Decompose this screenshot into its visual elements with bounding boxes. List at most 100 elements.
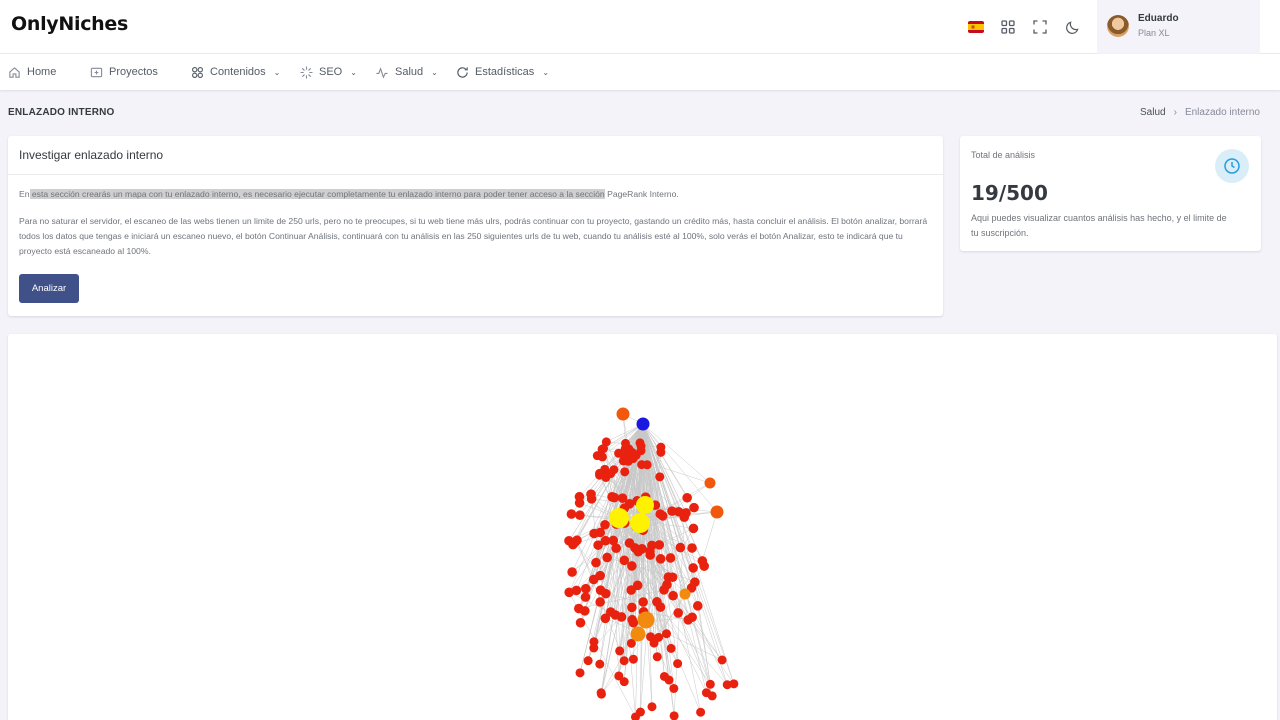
nav-item-seo[interactable]: SEO ⌄ — [300, 54, 357, 90]
graph-node[interactable] — [637, 611, 655, 629]
moon-icon[interactable] — [1056, 15, 1088, 39]
graph-node[interactable] — [616, 407, 630, 421]
graph-node[interactable] — [657, 511, 668, 521]
graph-node[interactable] — [679, 512, 690, 522]
graph-node[interactable] — [636, 417, 650, 431]
graph-node[interactable] — [655, 554, 666, 564]
nav-item-estadisticas[interactable]: Estadísticas ⌄ — [456, 54, 549, 90]
graph-node[interactable] — [624, 538, 635, 548]
graph-node[interactable] — [697, 556, 708, 566]
graph-node[interactable] — [614, 671, 624, 681]
graph-node[interactable] — [616, 612, 627, 622]
graph-node[interactable] — [692, 601, 703, 611]
graph-node[interactable] — [571, 585, 582, 596]
graph-node[interactable] — [669, 683, 679, 693]
graph-node[interactable] — [580, 606, 590, 616]
graph-node[interactable] — [633, 546, 644, 557]
graph-node[interactable] — [589, 637, 599, 647]
graph-node[interactable] — [675, 542, 686, 553]
graph-node[interactable] — [627, 602, 637, 613]
nav-item-contenidos[interactable]: Contenidos ⌄ — [191, 54, 280, 90]
graph-node[interactable] — [566, 509, 577, 519]
graph-node[interactable] — [595, 597, 605, 607]
graph-node[interactable] — [581, 583, 591, 594]
graph-node[interactable] — [619, 555, 630, 566]
spain-flag-icon[interactable] — [960, 15, 992, 39]
graph-node[interactable] — [621, 452, 631, 462]
graph-node[interactable] — [729, 679, 739, 689]
graph-node[interactable] — [696, 707, 706, 717]
user-menu[interactable]: Eduardo Plan XL — [1097, 0, 1260, 54]
graph-node[interactable] — [595, 585, 606, 595]
graph-node[interactable] — [620, 467, 630, 477]
graph-node[interactable] — [602, 552, 612, 563]
graph-node[interactable] — [710, 505, 724, 519]
graph-node[interactable] — [599, 444, 609, 454]
graph-node[interactable] — [687, 612, 697, 623]
graph-node[interactable] — [647, 540, 657, 551]
graph-node[interactable] — [652, 652, 662, 662]
graph-node[interactable] — [606, 469, 616, 479]
graph-node[interactable] — [673, 659, 683, 669]
graph-node[interactable] — [575, 617, 586, 628]
graph-node[interactable] — [600, 535, 611, 546]
graph-node[interactable] — [687, 543, 697, 553]
graph-node[interactable] — [659, 671, 669, 681]
graph-node[interactable] — [668, 590, 678, 601]
graph-node[interactable] — [595, 570, 605, 581]
graph-node[interactable] — [669, 711, 679, 720]
graph-node[interactable] — [647, 702, 657, 712]
graph-node[interactable] — [655, 472, 665, 482]
graph-node[interactable] — [596, 688, 606, 698]
graph-node[interactable] — [628, 617, 639, 628]
graph-node[interactable] — [609, 492, 620, 503]
graph-node[interactable] — [589, 528, 599, 539]
graph-node[interactable] — [628, 654, 638, 664]
graph-node[interactable] — [637, 460, 647, 470]
graph-node[interactable] — [663, 572, 674, 582]
graph-node[interactable] — [652, 597, 662, 607]
graph-node[interactable] — [654, 632, 664, 642]
nav-item-proyectos[interactable]: Proyectos — [90, 54, 158, 90]
graph-node[interactable] — [568, 539, 578, 550]
graph-node[interactable] — [592, 451, 602, 461]
analyze-button[interactable]: Analizar — [19, 274, 79, 303]
graph-node[interactable] — [666, 643, 676, 653]
graph-node[interactable] — [656, 447, 666, 457]
graph-node[interactable] — [591, 557, 601, 568]
graph-node[interactable] — [621, 438, 631, 448]
fullscreen-icon[interactable] — [1024, 15, 1056, 39]
graph-node[interactable] — [632, 580, 643, 591]
graph-node[interactable] — [617, 493, 628, 503]
graph-node[interactable] — [630, 513, 650, 533]
breadcrumb-item-salud[interactable]: Salud — [1140, 107, 1166, 118]
graph-node[interactable] — [575, 510, 585, 521]
graph-node[interactable] — [609, 508, 629, 528]
graph-node[interactable] — [665, 553, 676, 563]
graph-node[interactable] — [574, 498, 585, 508]
graph-node[interactable] — [631, 450, 641, 460]
graph-node[interactable] — [586, 489, 596, 499]
graph-node[interactable] — [567, 567, 577, 577]
graph-node[interactable] — [638, 597, 648, 607]
app-logo[interactable]: OnlyNiches — [11, 13, 128, 35]
graph-node[interactable] — [580, 592, 591, 602]
graph-node[interactable] — [688, 563, 698, 573]
graph-node[interactable] — [673, 608, 684, 618]
graph-node[interactable] — [595, 470, 605, 480]
graph-node[interactable] — [645, 550, 656, 560]
graph-node[interactable] — [575, 668, 585, 678]
graph-node[interactable] — [682, 492, 692, 503]
nav-item-salud[interactable]: Salud ⌄ — [375, 54, 438, 90]
graph-node[interactable] — [583, 656, 593, 666]
graph-node[interactable] — [611, 543, 621, 554]
graph-node[interactable] — [630, 626, 646, 642]
graph-node[interactable] — [717, 655, 727, 665]
graph-node[interactable] — [661, 629, 671, 639]
graph-node[interactable] — [705, 679, 715, 689]
nav-item-home[interactable]: Home — [8, 54, 56, 90]
graph-node[interactable] — [679, 588, 691, 600]
graph-node[interactable] — [688, 523, 699, 534]
graph-node[interactable] — [707, 691, 717, 701]
graph-node[interactable] — [704, 477, 716, 489]
